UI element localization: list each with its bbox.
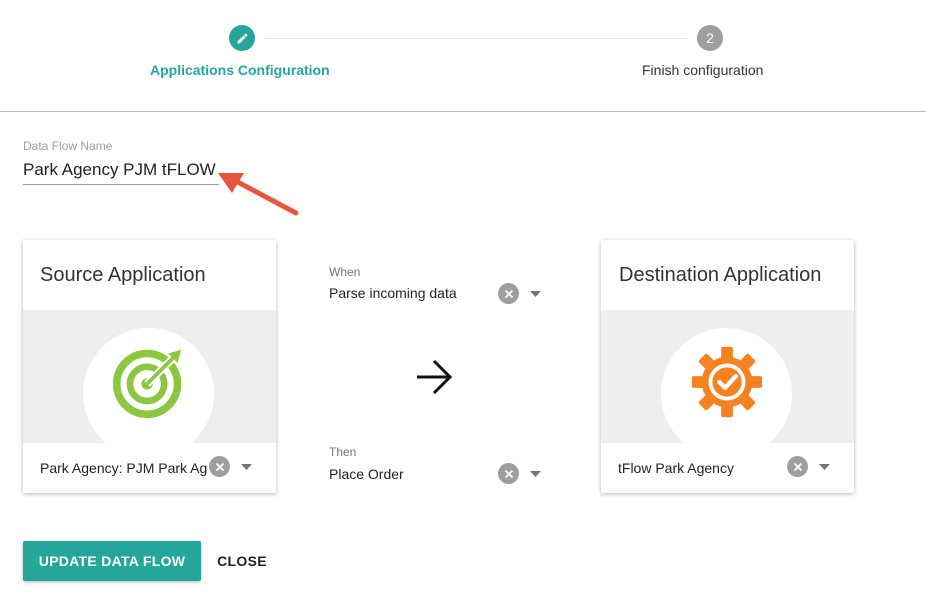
close-button[interactable]: CLOSE xyxy=(208,541,276,581)
destination-clear-icon[interactable] xyxy=(787,456,808,477)
stepper: 2 Applications Configuration Finish conf… xyxy=(0,0,926,112)
then-clear-icon[interactable] xyxy=(498,463,519,484)
destination-app-logo xyxy=(661,328,792,443)
destination-chevron-down-icon[interactable] xyxy=(817,462,831,472)
data-flow-name-input[interactable] xyxy=(23,155,219,185)
step-2-number[interactable]: 2 xyxy=(697,25,723,51)
destination-app-select[interactable]: tFlow Park Agency xyxy=(601,443,854,493)
destination-application-card: Destination Application tFlow Park Agenc… xyxy=(601,240,854,493)
when-label: When xyxy=(329,265,361,279)
step-1-label[interactable]: Applications Configuration xyxy=(150,62,330,78)
then-label: Then xyxy=(329,445,357,459)
destination-card-title: Destination Application xyxy=(619,264,822,286)
annotation-arrow-icon xyxy=(218,173,299,216)
source-chevron-down-icon[interactable] xyxy=(239,462,253,472)
target-icon xyxy=(112,349,181,418)
step-2-label[interactable]: Finish configuration xyxy=(642,62,763,78)
then-chevron-down-icon[interactable] xyxy=(528,469,542,479)
when-select-value[interactable]: Parse incoming data xyxy=(329,285,457,301)
when-chevron-down-icon[interactable] xyxy=(528,289,542,299)
then-select-value[interactable]: Place Order xyxy=(329,466,404,482)
source-app-logo xyxy=(83,328,214,443)
source-app-select[interactable]: Park Agency: PJM Park Agency xyxy=(23,443,276,493)
data-flow-name-label: Data Flow Name xyxy=(23,139,113,153)
source-application-card: Source Application Park Agency: PJM Park… xyxy=(23,240,276,493)
source-app-image-area xyxy=(23,310,276,443)
step-1-pencil-icon[interactable] xyxy=(229,25,255,51)
pencil-icon xyxy=(237,33,247,43)
destination-app-image-area xyxy=(601,310,854,443)
arrow-right-icon xyxy=(417,359,453,395)
stepper-connector xyxy=(265,38,686,39)
gear-check-icon xyxy=(691,346,762,417)
destination-app-select-value: tFlow Park Agency xyxy=(618,460,734,476)
source-card-title: Source Application xyxy=(40,264,206,286)
update-data-flow-button[interactable]: UPDATE DATA FLOW xyxy=(23,541,201,581)
when-clear-icon[interactable] xyxy=(498,283,519,304)
source-clear-icon[interactable] xyxy=(209,456,230,477)
source-app-select-value: Park Agency: PJM Park Agency xyxy=(40,460,208,476)
